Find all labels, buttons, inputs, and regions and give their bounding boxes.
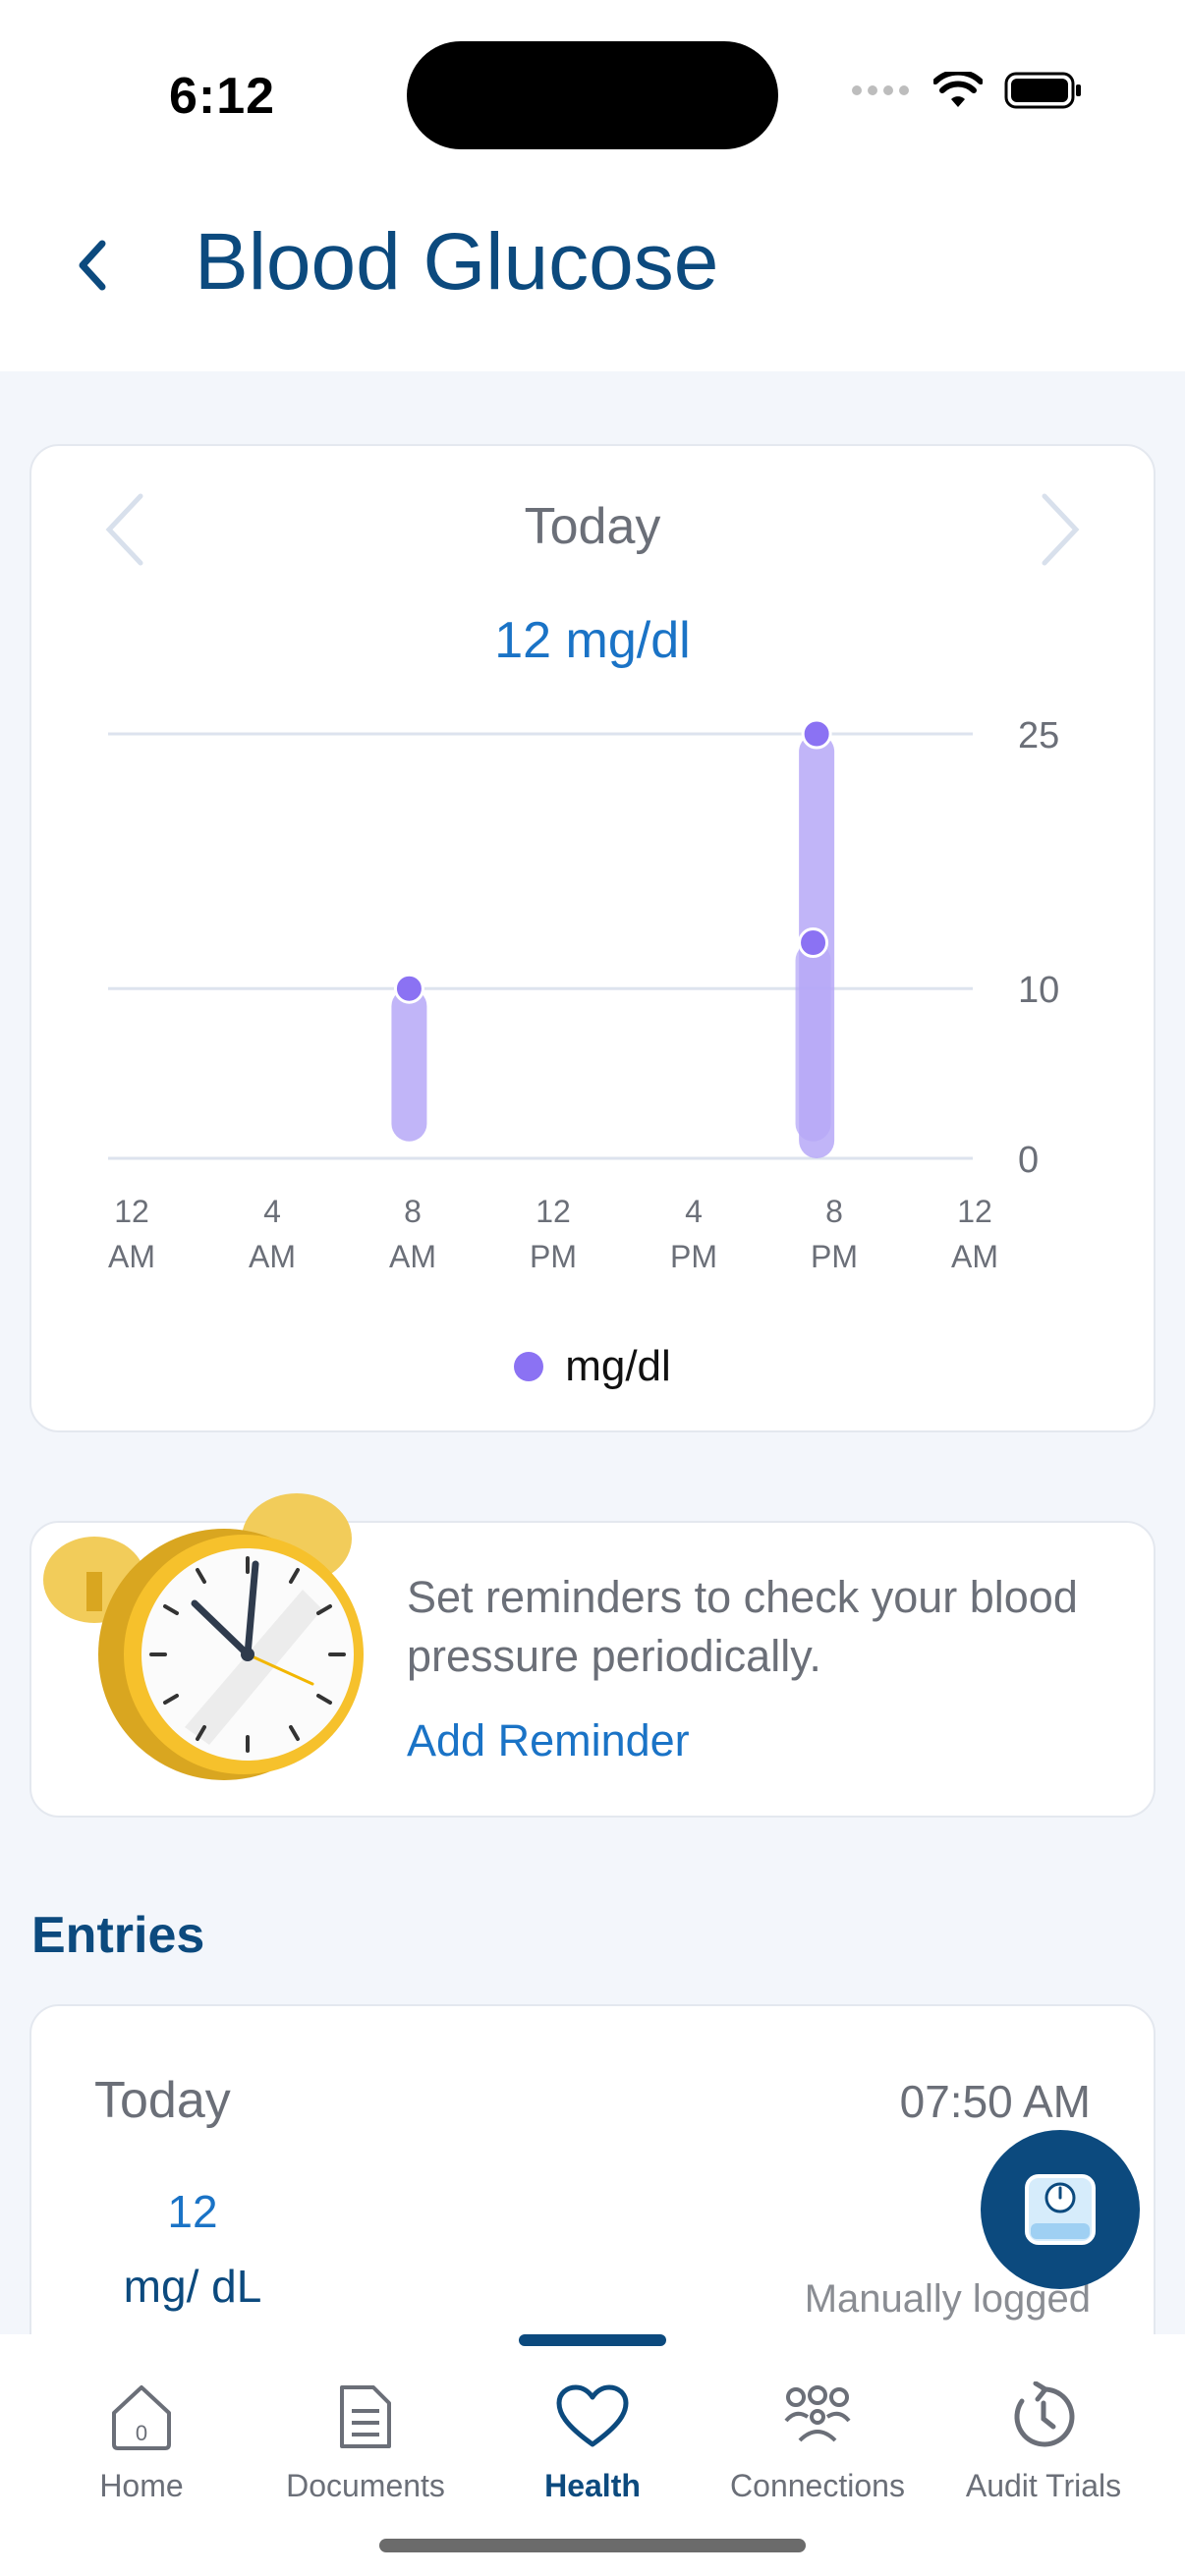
chevron-left-icon (79, 240, 106, 291)
x-tick-label: AM (108, 1239, 155, 1274)
active-tab-indicator (519, 2334, 666, 2346)
y-tick-label: 10 (1018, 970, 1059, 1011)
history-icon (1014, 2381, 1075, 2447)
reminder-text: Set reminders to check your blood pressu… (407, 1572, 1078, 1681)
glucose-reading-dot (393, 973, 424, 1004)
glucose-reading-dot (801, 718, 832, 750)
status-time: 6:12 (169, 68, 276, 125)
legend-label: mg/dl (565, 1342, 671, 1390)
glucose-reading-dot (798, 927, 829, 959)
document-icon (340, 2385, 391, 2448)
entry-time: 07:50 AM (899, 2076, 1091, 2127)
status-icons (851, 71, 1083, 110)
cellular-signal-icon (852, 85, 909, 95)
chart-legend: mg/dl (31, 1342, 1154, 1391)
x-tick-label: AM (389, 1239, 436, 1274)
entries-title: Entries (31, 1907, 205, 1964)
glucose-range-bar (795, 942, 831, 1142)
tab-audit-trials[interactable]: Audit Trials (935, 2378, 1152, 2525)
x-tick-label: 4 (685, 1194, 703, 1229)
tab-label: Audit Trials (965, 2468, 1122, 2503)
x-tick-label: 8 (404, 1194, 422, 1229)
wifi-icon (933, 72, 983, 107)
tab-health[interactable]: Health (484, 2378, 701, 2525)
connections-icon (784, 2385, 851, 2442)
x-tick-label: AM (249, 1239, 296, 1274)
svg-text:0: 0 (136, 2421, 147, 2445)
x-tick-label: PM (811, 1239, 858, 1274)
legend-swatch (514, 1352, 544, 1381)
glucose-range-bar (391, 988, 427, 1142)
x-tick-label: PM (670, 1239, 717, 1274)
x-tick-label: 12 (114, 1194, 149, 1229)
add-reading-button[interactable] (981, 2130, 1140, 2289)
tab-connections[interactable]: Connections (709, 2378, 926, 2525)
home-indicator (379, 2539, 806, 2552)
x-tick-label: PM (530, 1239, 577, 1274)
y-tick-label: 25 (1018, 715, 1059, 756)
tab-documents[interactable]: Documents (257, 2378, 474, 2525)
glucose-chart-card: Today 12 mg/dl 0 10 25 12 AM 4 AM 8 AM 12 PM 4 PM 8 PM… (29, 444, 1156, 1432)
alarm-clock-illustration (43, 1493, 364, 1780)
x-tick-label: 12 (536, 1194, 571, 1229)
dynamic-island (407, 41, 778, 149)
tab-label: Documents (286, 2468, 445, 2503)
x-tick-label: 8 (825, 1194, 843, 1229)
scale-icon (1025, 2174, 1096, 2245)
page-title: Blood Glucose (195, 217, 719, 307)
tab-label: Home (99, 2468, 184, 2503)
x-tick-label: 12 (957, 1194, 992, 1229)
heart-icon (556, 2384, 629, 2447)
tab-label: Health (544, 2468, 641, 2503)
status-bar: 6:12 (0, 0, 1185, 187)
entry-unit: mg/ dL (123, 2261, 262, 2312)
reminder-card: Set reminders to check your blood pressu… (29, 1493, 1156, 1818)
x-tick-label: AM (951, 1239, 998, 1274)
back-button[interactable] (53, 226, 132, 305)
entry-date: Today (94, 2072, 231, 2129)
battery-icon (1004, 72, 1081, 109)
y-tick-label: 0 (1018, 1140, 1039, 1181)
entry-value: 12 (167, 2186, 218, 2237)
add-reminder-link[interactable]: Add Reminder (407, 1715, 690, 1766)
home-icon: 0 (112, 2385, 171, 2450)
glucose-chart: 0 10 25 12 AM 4 AM 8 AM 12 PM 4 PM 8 PM 12 AM (108, 715, 1059, 1274)
tab-label: Connections (730, 2468, 905, 2503)
header: Blood Glucose (0, 187, 1185, 371)
x-tick-label: 4 (263, 1194, 281, 1229)
tab-home[interactable]: 0 Home (33, 2378, 250, 2525)
